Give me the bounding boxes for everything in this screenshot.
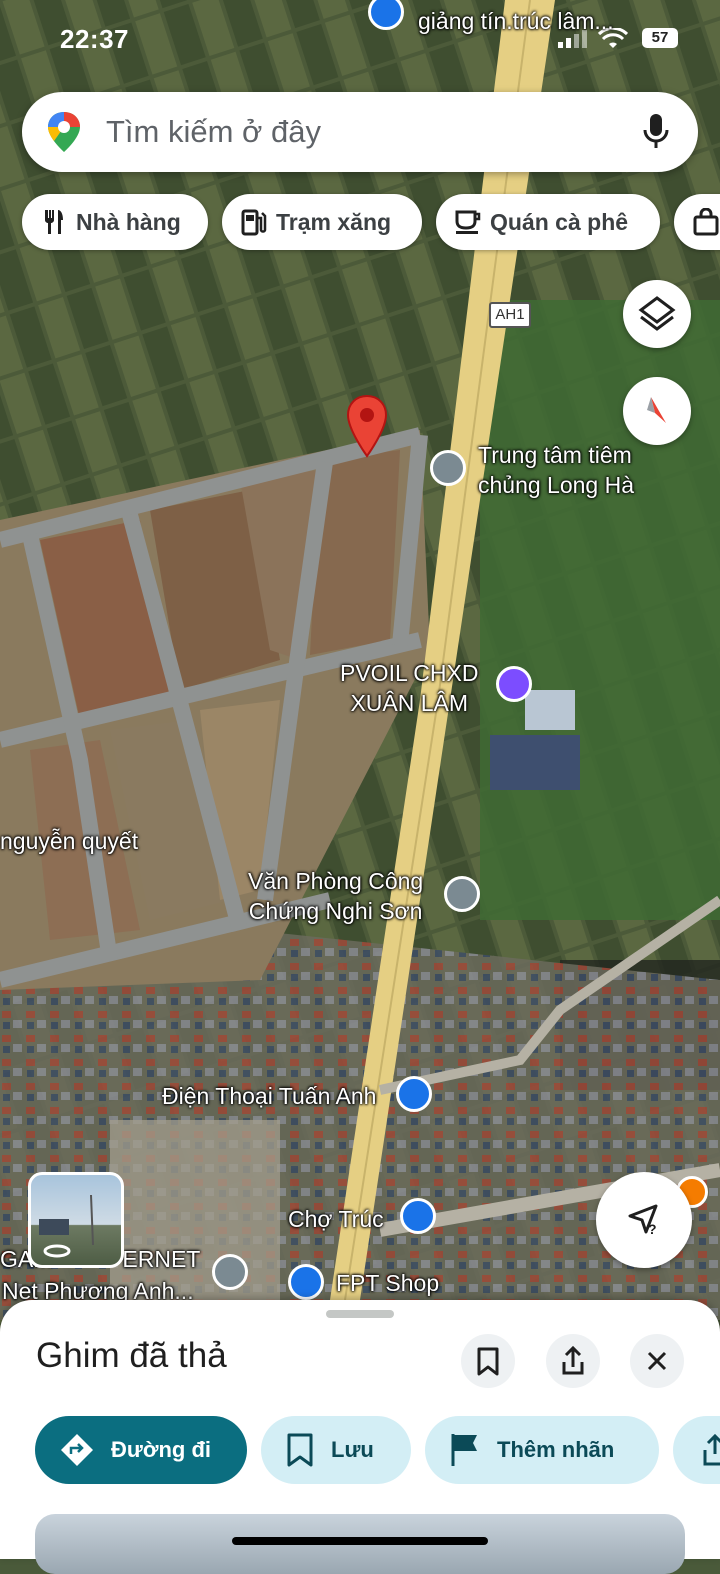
restaurant-icon bbox=[45, 210, 63, 234]
shopping-bag-icon bbox=[693, 208, 719, 236]
bookmark-icon bbox=[477, 1347, 499, 1376]
compass-icon bbox=[647, 397, 666, 423]
add-label-button[interactable]: Thêm nhãn bbox=[425, 1416, 659, 1484]
directions-button[interactable]: Đường đi bbox=[35, 1416, 247, 1484]
road-shield: AH1 bbox=[489, 302, 531, 328]
compass-button[interactable] bbox=[623, 377, 691, 445]
save-button[interactable]: Lưu bbox=[261, 1416, 411, 1484]
place-label-vaccination[interactable]: Trung tâm tiêm chủng Long Hà bbox=[478, 440, 634, 500]
bookmark-icon bbox=[287, 1433, 313, 1467]
place-label-nguyen-quyet[interactable]: nguyễn quyết bbox=[0, 826, 138, 856]
place-label-notary[interactable]: Văn Phòng Công Chứng Nghi Sơn bbox=[248, 866, 423, 926]
street-view-thumbnail[interactable] bbox=[28, 1172, 124, 1268]
gas-station-icon bbox=[241, 209, 267, 236]
bookmark-button[interactable] bbox=[461, 1334, 515, 1388]
place-label-fpt-shop[interactable]: FPT Shop bbox=[336, 1268, 439, 1298]
place-pin-icon[interactable] bbox=[444, 876, 480, 912]
shop-pin-icon[interactable] bbox=[396, 1076, 432, 1112]
sheet-title: Ghim đã thả bbox=[36, 1336, 227, 1375]
place-pin-icon[interactable] bbox=[430, 450, 466, 486]
share-button[interactable] bbox=[546, 1334, 600, 1388]
status-time: 22:37 bbox=[60, 24, 129, 54]
street-view-360-icon bbox=[39, 1194, 94, 1258]
share-icon bbox=[703, 1433, 720, 1466]
search-bar[interactable]: Tìm kiếm ở đây bbox=[22, 92, 698, 172]
navigation-arrow-icon: ? bbox=[628, 1204, 658, 1237]
shop-pin-icon[interactable] bbox=[288, 1264, 324, 1300]
close-icon bbox=[647, 1351, 667, 1371]
place-bottom-sheet[interactable]: Ghim đã thả Đường đi Lưu Thêm nhãn bbox=[0, 1300, 720, 1574]
close-button[interactable] bbox=[630, 1334, 684, 1388]
chip-coffee[interactable]: Quán cà phê bbox=[436, 194, 660, 250]
add-label-label: Thêm nhãn bbox=[497, 1437, 615, 1462]
chip-restaurants[interactable]: Nhà hàng bbox=[22, 194, 208, 250]
chip-gas-stations[interactable]: Trạm xăng bbox=[222, 194, 422, 250]
save-label: Lưu bbox=[331, 1437, 374, 1462]
search-input[interactable]: Tìm kiếm ở đây bbox=[106, 114, 321, 150]
place-label-phone-shop[interactable]: Điện Thoại Tuấn Anh bbox=[162, 1081, 376, 1111]
chip-label: Quán cà phê bbox=[490, 208, 629, 235]
share-icon bbox=[562, 1345, 584, 1375]
chip-shopping[interactable] bbox=[674, 194, 720, 250]
dropped-pin-icon[interactable] bbox=[344, 394, 390, 458]
microphone-icon[interactable] bbox=[642, 112, 670, 152]
layers-button[interactable] bbox=[623, 280, 691, 348]
place-label-pvoil[interactable]: PVOIL CHXD XUÂN LÂM bbox=[340, 658, 478, 718]
home-indicator[interactable] bbox=[232, 1537, 488, 1545]
svg-text:?: ? bbox=[648, 1221, 657, 1237]
map-label-top[interactable]: giảng tín.trúc lâm... bbox=[418, 6, 614, 36]
directions-icon bbox=[61, 1434, 93, 1466]
google-maps-logo-icon bbox=[48, 112, 80, 152]
category-chips: Nhà hàng Trạm xăng Quán cà phê bbox=[22, 194, 720, 252]
my-location-button[interactable]: ? bbox=[596, 1172, 692, 1268]
sheet-drag-handle[interactable] bbox=[326, 1310, 394, 1318]
directions-label: Đường đi bbox=[111, 1437, 211, 1462]
layers-icon bbox=[638, 296, 676, 331]
cart-pin-icon[interactable] bbox=[400, 1198, 436, 1234]
chip-label: Trạm xăng bbox=[276, 208, 392, 235]
chip-label: Nhà hàng bbox=[76, 208, 181, 235]
share-action-button[interactable] bbox=[673, 1416, 720, 1484]
flag-icon bbox=[451, 1434, 477, 1466]
place-pin-icon[interactable] bbox=[212, 1254, 248, 1290]
gas-station-pin-icon[interactable] bbox=[496, 666, 532, 702]
battery-indicator: 57 bbox=[642, 28, 678, 48]
coffee-icon bbox=[455, 210, 481, 234]
place-label-cho-truc[interactable]: Chợ Trúc bbox=[288, 1204, 384, 1234]
